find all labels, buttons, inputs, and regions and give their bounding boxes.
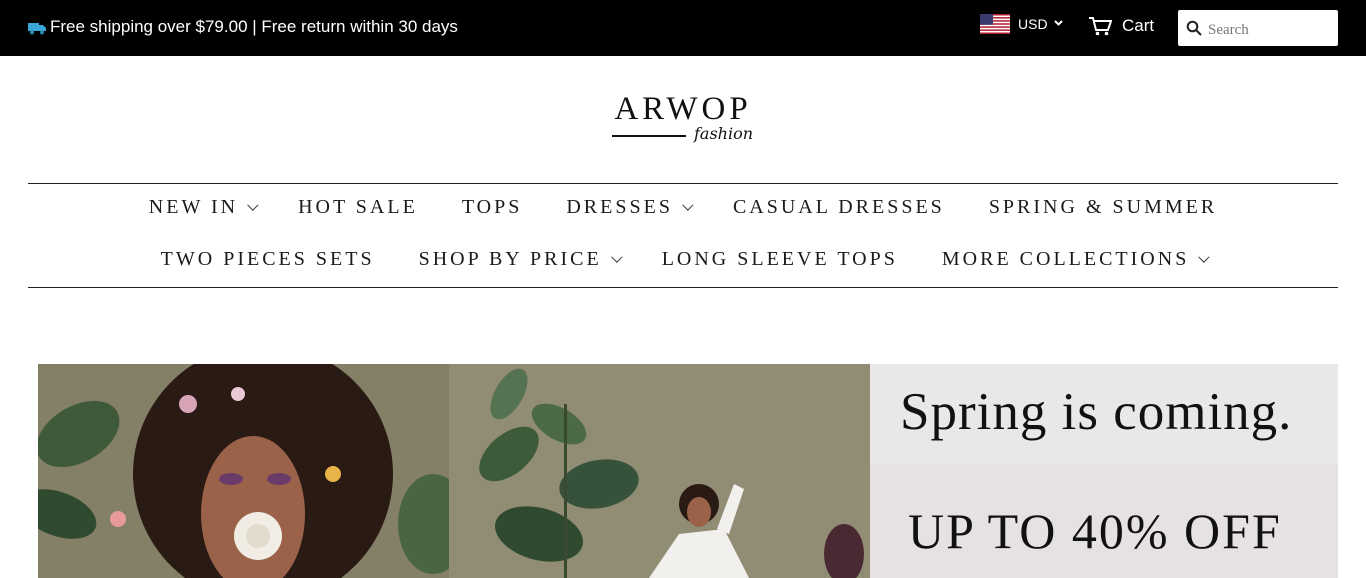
hero-photo-portrait <box>38 364 449 578</box>
nav-item-shop-by-price[interactable]: SHOP BY PRICE <box>418 248 623 271</box>
logo-tagline: fashion <box>694 124 754 143</box>
nav-label: DRESSES <box>566 196 673 218</box>
currency-code: USD <box>1018 16 1048 32</box>
nav-label: NEW IN <box>148 196 239 218</box>
chevron-down-icon <box>682 199 694 211</box>
nav-item-hot-sale[interactable]: HOT SALE <box>298 196 418 219</box>
nav-item-two-pieces-sets[interactable]: TWO PIECES SETS <box>161 248 375 271</box>
nav-label: TWO PIECES SETS <box>160 248 375 270</box>
nav-label: SHOP BY PRICE <box>418 248 602 270</box>
chevron-down-icon <box>610 251 623 263</box>
nav-item-more-collections[interactable]: MORE COLLECTIONS <box>941 248 1210 271</box>
nav-label: SPRING & SUMMER <box>988 196 1218 218</box>
chevron-down-icon <box>1198 251 1210 263</box>
store-logo[interactable]: ARWOP fashion <box>600 92 766 152</box>
cart-icon <box>1089 17 1112 36</box>
nav-item-casual-dresses[interactable]: CASUAL DRESSES <box>733 196 945 219</box>
announcement-bar: Free shipping over $79.00 | Free return … <box>0 0 1366 56</box>
main-navigation: NEW IN HOT SALE TOPS DRESSES CASUAL DRES… <box>28 183 1338 288</box>
hero-promo-panel: Spring is coming. UP TO 40% OFF <box>870 364 1338 578</box>
search-icon <box>1186 20 1202 36</box>
currency-selector[interactable]: USD <box>980 14 1063 34</box>
hero-photo-model <box>449 364 870 578</box>
search-box[interactable] <box>1178 10 1338 46</box>
nav-item-new-in[interactable]: NEW IN <box>148 196 259 219</box>
nav-row-2: TWO PIECES SETS SHOP BY PRICE LONG SLEEV… <box>28 248 1338 271</box>
nav-label: TOPS <box>461 196 523 218</box>
hero-banner[interactable]: Spring is coming. UP TO 40% OFF <box>38 364 1338 578</box>
nav-label: CASUAL DRESSES <box>732 196 945 218</box>
nav-label: HOT SALE <box>298 196 418 218</box>
nav-label: MORE COLLECTIONS <box>941 248 1190 270</box>
nav-item-long-sleeve-tops[interactable]: LONG SLEEVE TOPS <box>662 248 898 271</box>
chevron-down-icon <box>247 199 259 211</box>
us-flag-icon <box>980 14 1010 34</box>
truck-icon <box>28 20 46 35</box>
logo-rule <box>612 135 686 137</box>
cart-link[interactable]: Cart <box>1088 16 1154 36</box>
announcement-text: Free shipping over $79.00 | Free return … <box>50 17 458 36</box>
nav-item-dresses[interactable]: DRESSES <box>566 196 694 219</box>
chevron-down-icon <box>1053 18 1063 29</box>
nav-item-tops[interactable]: TOPS <box>462 196 523 219</box>
cart-label: Cart <box>1122 16 1155 35</box>
promo-offer: UP TO 40% OFF <box>908 503 1282 559</box>
announcement: Free shipping over $79.00 | Free return … <box>28 17 458 37</box>
search-input[interactable] <box>1208 21 1326 39</box>
nav-label: LONG SLEEVE TOPS <box>661 248 898 270</box>
nav-item-spring-summer[interactable]: SPRING & SUMMER <box>989 196 1217 219</box>
nav-row-1: NEW IN HOT SALE TOPS DRESSES CASUAL DRES… <box>28 196 1338 219</box>
logo-wordmark: ARWOP <box>614 91 752 127</box>
promo-headline: Spring is coming. <box>900 383 1293 441</box>
